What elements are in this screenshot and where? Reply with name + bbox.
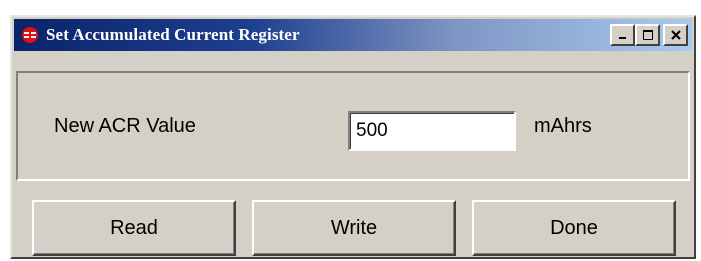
close-button[interactable] [663,24,688,46]
window-title: Set Accumulated Current Register [46,25,300,44]
write-button[interactable]: Write [252,200,456,256]
title-bar[interactable]: Set Accumulated Current Register [14,19,692,51]
acr-input-panel: New ACR Value mAhrs [16,71,690,181]
app-logo-icon [20,25,40,45]
maximize-icon [642,30,653,40]
minimize-button[interactable] [610,24,635,46]
acr-value-label: New ACR Value [54,115,196,137]
minimize-icon [618,37,626,39]
unit-label: mAhrs [534,115,592,137]
maximize-button[interactable] [635,24,660,46]
acr-value-input[interactable] [348,111,516,151]
done-button[interactable]: Done [472,200,676,256]
window-controls [610,24,688,46]
read-button[interactable]: Read [32,200,236,256]
dialog-window: Set Accumulated Current Register New ACR… [10,15,696,259]
close-icon [670,30,681,40]
